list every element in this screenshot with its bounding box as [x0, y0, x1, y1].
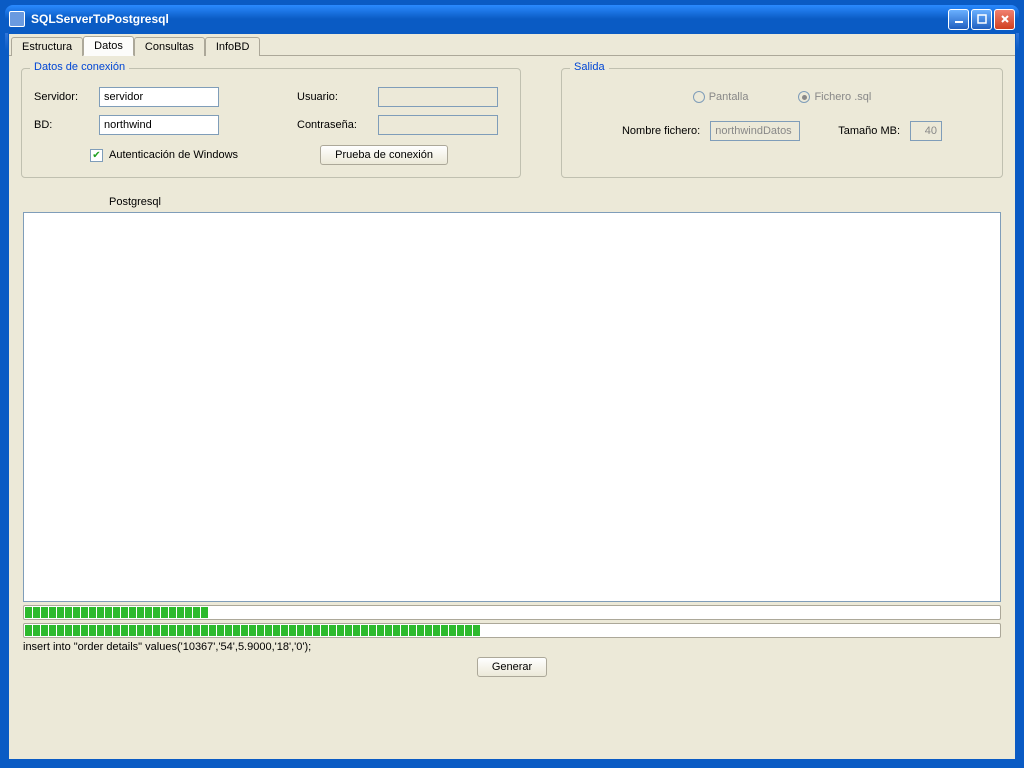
groupbox-conexion: Datos de conexión Servidor: Usuario: BD:… [21, 68, 521, 178]
usuario-label: Usuario: [297, 91, 361, 103]
radio-fichero [798, 91, 810, 103]
radio-pantalla-wrap: Pantalla [693, 91, 749, 103]
test-connection-button[interactable]: Prueba de conexión [320, 145, 448, 165]
client-area: Estructura Datos Consultas InfoBD Datos … [8, 33, 1016, 760]
bd-input[interactable] [99, 115, 219, 135]
contrasena-label: Contraseña: [297, 119, 361, 131]
radio-fichero-label: Fichero .sql [814, 91, 871, 103]
progress-bar-1 [23, 605, 1001, 620]
tab-infobd[interactable]: InfoBD [205, 37, 261, 56]
generar-button[interactable]: Generar [477, 657, 547, 677]
status-text: insert into "order details" values('1036… [23, 641, 1001, 653]
tamano-input [910, 121, 942, 141]
radio-fichero-wrap: Fichero .sql [798, 91, 871, 103]
tabstrip: Estructura Datos Consultas InfoBD [9, 34, 1015, 56]
tamano-label: Tamaño MB: [838, 125, 900, 137]
servidor-label: Servidor: [34, 91, 82, 103]
tab-consultas[interactable]: Consultas [134, 37, 205, 56]
window-title: SQLServerToPostgresql [31, 12, 948, 26]
bd-label: BD: [34, 119, 82, 131]
progress-bar-2 [23, 623, 1001, 638]
contrasena-input [378, 115, 498, 135]
maximize-button[interactable] [971, 9, 992, 30]
radio-pantalla [693, 91, 705, 103]
tab-panel-datos: Datos de conexión Servidor: Usuario: BD:… [9, 56, 1015, 689]
auth-checkbox[interactable]: ✔ [90, 149, 103, 162]
groupbox-conexion-legend: Datos de conexión [30, 61, 129, 73]
app-icon [9, 11, 25, 27]
nombre-fichero-input [710, 121, 800, 141]
groupbox-salida: Salida Pantalla Fichero .sql Nombre fich… [561, 68, 1003, 178]
usuario-input [378, 87, 498, 107]
servidor-input[interactable] [99, 87, 219, 107]
window-controls [948, 9, 1015, 30]
tab-estructura[interactable]: Estructura [11, 37, 83, 56]
nombre-fichero-label: Nombre fichero: [622, 125, 700, 137]
groupbox-salida-legend: Salida [570, 61, 609, 73]
auth-checkbox-label: Autenticación de Windows [109, 149, 238, 161]
titlebar[interactable]: SQLServerToPostgresql [5, 5, 1019, 33]
output-textarea[interactable] [23, 212, 1001, 602]
radio-pantalla-label: Pantalla [709, 91, 749, 103]
minimize-button[interactable] [948, 9, 969, 30]
close-button[interactable] [994, 9, 1015, 30]
tab-datos[interactable]: Datos [83, 36, 134, 56]
auth-checkbox-wrap[interactable]: ✔ Autenticación de Windows [90, 149, 238, 162]
window-frame: SQLServerToPostgresql Estructura Datos C… [5, 5, 1019, 763]
postgresql-label: Postgresql [109, 196, 1003, 208]
